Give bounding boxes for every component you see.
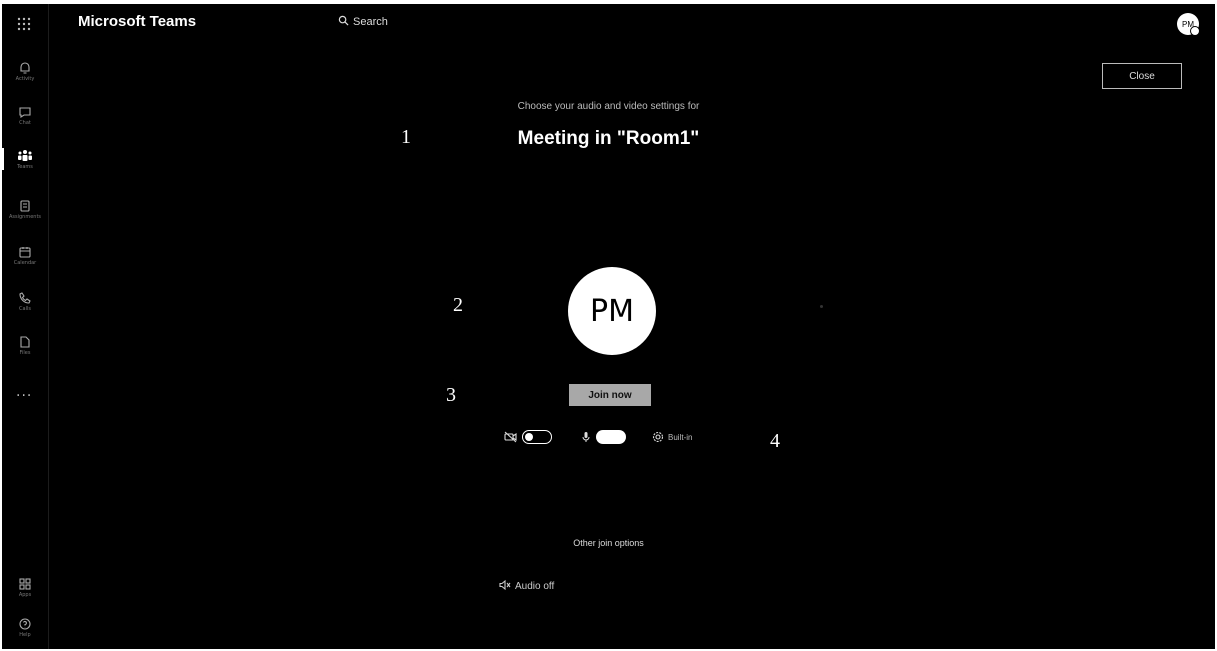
app-launcher-icon[interactable] — [16, 16, 32, 32]
rail-item-help[interactable]: Help — [2, 608, 48, 646]
bell-icon — [18, 61, 32, 75]
rail-label: Apps — [18, 591, 32, 598]
rail-item-calls[interactable]: Calls — [2, 282, 48, 320]
presence-indicator — [1190, 26, 1200, 36]
search-icon — [338, 15, 349, 29]
assignments-icon — [18, 199, 32, 213]
audio-off-option[interactable]: Audio off — [499, 579, 554, 594]
camera-toggle[interactable] — [522, 430, 552, 444]
camera-off-icon — [504, 428, 518, 447]
teams-icon — [17, 149, 33, 163]
search-placeholder: Search — [353, 16, 388, 28]
other-join-options-heading: Other join options — [573, 538, 644, 548]
profile-avatar[interactable]: PM — [1177, 13, 1200, 36]
close-button[interactable]: Close — [1102, 63, 1182, 89]
help-icon — [18, 617, 32, 631]
rail-label: Chat — [19, 119, 31, 126]
rail-label: Files — [19, 349, 31, 356]
phone-icon — [18, 291, 32, 305]
prejoin-subtitle: Choose your audio and video settings for — [517, 101, 700, 112]
callout-4: 4 — [770, 430, 780, 452]
rail-label: Calendar — [13, 259, 37, 266]
rail-label: Assignments — [8, 213, 42, 220]
rail-item-activity[interactable]: Activity — [2, 52, 48, 90]
microphone-toggle[interactable] — [596, 430, 626, 444]
callout-1: 1 — [401, 126, 411, 148]
teams-window: Activity Chat Teams Assignments Calendar… — [2, 4, 1215, 649]
rail-item-calendar[interactable]: Calendar — [2, 236, 48, 274]
search-box[interactable]: Search — [338, 15, 388, 29]
file-icon — [18, 335, 32, 349]
meeting-title: Meeting in "Room1" — [517, 128, 700, 149]
rail-item-files[interactable]: Files — [2, 326, 48, 364]
rail-item-assignments[interactable]: Assignments — [2, 190, 48, 228]
gear-icon[interactable] — [652, 428, 664, 447]
rail-label: Calls — [19, 305, 31, 312]
rail-item-apps[interactable]: Apps — [2, 568, 48, 606]
rail-label: Activity — [15, 75, 35, 82]
join-now-button[interactable]: Join now — [569, 384, 651, 406]
toggle-knob — [614, 432, 624, 442]
toggle-knob — [525, 432, 533, 441]
device-controls: Built-in — [504, 428, 692, 446]
device-settings-label[interactable]: Built-in — [668, 433, 692, 442]
microphone-icon — [582, 428, 590, 447]
app-title: Microsoft Teams — [78, 13, 197, 30]
calendar-icon — [18, 245, 32, 259]
rail-label: Help — [19, 631, 31, 638]
decorative-dot — [820, 305, 823, 308]
avatar-initials: PM — [590, 293, 634, 329]
user-avatar: PM — [568, 267, 656, 355]
callout-2: 2 — [453, 294, 463, 316]
callout-3: 3 — [446, 384, 456, 406]
more-apps-button[interactable]: ... — [16, 384, 32, 400]
apps-icon — [18, 577, 32, 591]
audio-off-label: Audio off — [515, 581, 555, 592]
rail-label: Teams — [17, 163, 33, 170]
speaker-off-icon — [499, 579, 511, 594]
